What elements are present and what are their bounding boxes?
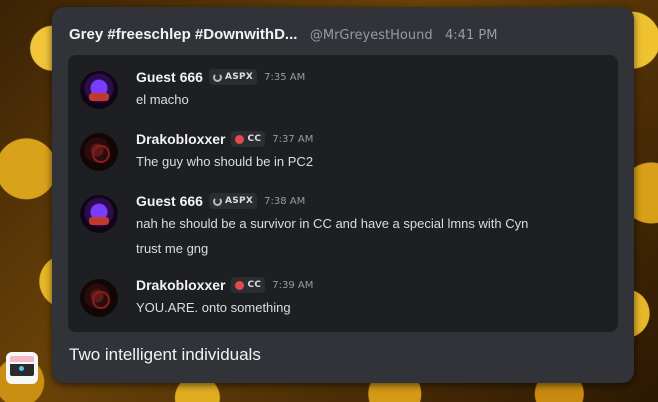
- server-tag[interactable]: CC: [231, 131, 266, 147]
- aspx-icon: [212, 196, 222, 206]
- message-author[interactable]: Drakobloxxer: [136, 131, 225, 147]
- cc-icon: [235, 134, 245, 144]
- server-tag-label: CC: [247, 280, 262, 290]
- message-text: el macho: [136, 92, 189, 107]
- message-time: 7:37 AM: [272, 133, 314, 145]
- screenshot-embed: Guest 666 ASPX 7:35 AM el macho Drakoblo…: [68, 55, 618, 332]
- avatar[interactable]: [80, 71, 118, 109]
- message-author[interactable]: Drakobloxxer: [136, 277, 225, 293]
- server-tag-label: ASPX: [224, 72, 254, 82]
- quoted-message-card: Grey #freeschlep #DownwithD... @MrGreyes…: [52, 7, 634, 383]
- cc-icon: [235, 280, 245, 290]
- message-time: 7:39 AM: [272, 279, 314, 291]
- message-caption: Two intelligent individuals: [69, 345, 261, 364]
- message-text: YOU.ARE. onto something: [136, 300, 291, 315]
- message-author[interactable]: Guest 666: [136, 193, 203, 209]
- user-handle[interactable]: @MrGreyestHound: [310, 28, 433, 43]
- server-tag[interactable]: ASPX: [208, 193, 258, 209]
- message-time: 7:38 AM: [264, 195, 306, 207]
- avatar[interactable]: [80, 133, 118, 171]
- card-header: Grey #freeschlep #DownwithD... @MrGreyes…: [69, 26, 497, 43]
- aspx-icon: [212, 72, 222, 82]
- server-tag-label: ASPX: [224, 196, 254, 206]
- message-time: 7:35 AM: [264, 71, 306, 83]
- message-text: nah he should be a survivor in CC and ha…: [136, 216, 529, 231]
- display-name[interactable]: Grey #freeschlep #DownwithD...: [69, 26, 297, 43]
- message-text: The guy who should be in PC2: [136, 154, 314, 169]
- server-tag[interactable]: CC: [231, 277, 266, 293]
- avatar[interactable]: [80, 195, 118, 233]
- server-tag[interactable]: ASPX: [208, 69, 258, 85]
- timestamp: 4:41 PM: [445, 28, 498, 43]
- avatar[interactable]: [80, 279, 118, 317]
- message-author[interactable]: Guest 666: [136, 69, 203, 85]
- server-tag-label: CC: [247, 134, 262, 144]
- message-text: trust me gng: [136, 241, 209, 256]
- user-avatar[interactable]: [6, 352, 38, 384]
